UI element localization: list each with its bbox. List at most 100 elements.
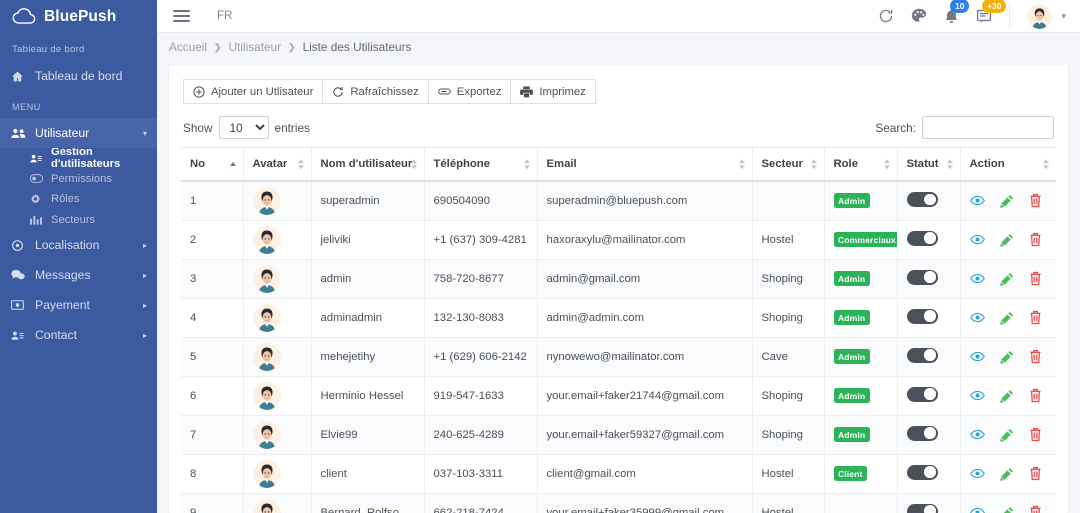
add-user-button[interactable]: Ajouter un Utlisateur <box>183 79 324 104</box>
status-toggle[interactable] <box>906 503 938 513</box>
pencil-icon[interactable] <box>1000 506 1014 513</box>
palette-icon[interactable] <box>911 8 927 24</box>
status-toggle[interactable] <box>906 464 938 480</box>
eye-icon[interactable] <box>969 427 985 442</box>
notifications-badge: 10 <box>950 0 969 13</box>
avatar[interactable] <box>1027 3 1053 29</box>
table-row[interactable]: 4 adminadmin 132-130-8083 admin@admin.com Sh… <box>181 298 1056 338</box>
eye-icon[interactable] <box>969 232 985 247</box>
eye-icon[interactable] <box>969 388 985 403</box>
pencil-icon[interactable] <box>999 389 1014 403</box>
entries-select[interactable]: 102550100 <box>218 116 269 139</box>
trash-icon[interactable] <box>1029 388 1042 403</box>
refresh-icon[interactable] <box>878 8 894 24</box>
table-row[interactable]: 7 Elvie99 240-625-4289 your.email+faker5932… <box>181 415 1056 455</box>
export-button[interactable]: Exportez <box>427 79 512 104</box>
pencil-icon[interactable] <box>999 194 1014 208</box>
trash-icon[interactable] <box>1029 466 1042 481</box>
eye-icon[interactable] <box>969 310 985 325</box>
column-header-no[interactable]: No <box>181 147 243 182</box>
sidebar-subitem-permissions[interactable]: Permissions <box>0 169 157 190</box>
column-header-nom-d-utilisateur[interactable]: Nom d'utilisateur <box>310 147 424 182</box>
sidebar-subitem-roles[interactable]: Rôles <box>0 189 157 210</box>
sidebar-item-utilisateur[interactable]: Utilisateur ▾ <box>0 118 157 148</box>
breadcrumb-item-utilisateur[interactable]: Utilisateur <box>229 40 281 54</box>
eye-icon[interactable] <box>969 193 985 208</box>
sort-icon <box>297 159 304 169</box>
column-header-action[interactable]: Action <box>959 147 1056 182</box>
trash-icon[interactable] <box>1029 193 1042 208</box>
user-card-icon <box>30 153 46 164</box>
eye-icon[interactable] <box>969 505 985 513</box>
cell-avatar <box>242 376 311 416</box>
column-header-avatar[interactable]: Avatar <box>242 147 311 182</box>
cell-statut[interactable] <box>896 376 960 416</box>
pencil-icon[interactable] <box>999 233 1014 247</box>
eye-icon[interactable] <box>969 271 985 286</box>
table-row[interactable]: 5 mehejetihy +1 (629) 606-2142 nynowewo@mai… <box>181 337 1056 377</box>
secteur-text: Shoping <box>761 272 803 285</box>
sidebar-subitem-secteurs[interactable]: Secteurs <box>0 210 157 231</box>
column-header-secteur[interactable]: Secteur <box>751 147 824 182</box>
table-row[interactable]: 8 client 037-103-3311 client@gmail.com Hoste… <box>181 454 1056 494</box>
status-toggle[interactable] <box>906 191 938 207</box>
cell-phone: 662-218-7424 <box>423 493 537 513</box>
sidebar-item-payement[interactable]: Payement ▸ <box>0 290 157 320</box>
column-header-role[interactable]: Role <box>823 147 897 182</box>
sidebar-item-contact[interactable]: Contact ▸ <box>0 320 157 350</box>
sidebar-item-dashboard[interactable]: Tableau de bord <box>0 61 157 91</box>
table-row[interactable]: 1 superadmin 690504090 superadmin@bluepush.… <box>181 181 1056 221</box>
phone-text: 132-130-8083 <box>433 311 504 324</box>
username-text: Bernard_Rolfson87 <box>320 506 418 513</box>
sidebar-item-messages[interactable]: Messages ▸ <box>0 260 157 290</box>
notifications-bell[interactable]: 10 <box>944 0 969 24</box>
trash-icon[interactable] <box>1029 310 1042 325</box>
eye-icon[interactable] <box>969 349 985 364</box>
cell-statut[interactable] <box>896 181 960 221</box>
column-header-t-l-phone[interactable]: Téléphone <box>423 147 537 182</box>
table-row[interactable]: 3 admin 758-720-8677 admin@gmail.com Shoping… <box>181 259 1056 299</box>
sidebar-subitem-gestion-utilisateurs[interactable]: Gestion d'utilisateurs <box>0 146 157 170</box>
search-input[interactable] <box>922 116 1054 139</box>
status-toggle[interactable] <box>906 347 938 363</box>
pencil-icon[interactable] <box>999 272 1014 286</box>
status-toggle[interactable] <box>906 230 938 246</box>
cell-statut[interactable] <box>896 298 960 338</box>
column-header-statut[interactable]: Statut <box>896 147 960 182</box>
cell-email: admin@admin.com <box>536 298 752 338</box>
brand-logo[interactable]: BluePush <box>0 0 157 33</box>
refresh-button[interactable]: Rafraîchissez <box>322 79 429 104</box>
trash-icon[interactable] <box>1029 232 1042 247</box>
cell-statut[interactable] <box>896 415 960 455</box>
cell-statut[interactable] <box>896 493 960 513</box>
cell-statut[interactable] <box>896 454 960 494</box>
status-toggle[interactable] <box>906 308 938 324</box>
column-header-email[interactable]: Email <box>536 147 752 182</box>
cell-statut[interactable] <box>896 259 960 299</box>
status-toggle[interactable] <box>906 386 938 402</box>
print-button[interactable]: Imprimez <box>510 79 596 104</box>
status-toggle[interactable] <box>906 425 938 441</box>
pencil-icon[interactable] <box>999 350 1014 364</box>
table-row[interactable]: 6 Herminio Hessel 919-547-1633 your.email+f… <box>181 376 1056 416</box>
pencil-icon[interactable] <box>999 467 1014 481</box>
sidebar-item-localisation[interactable]: Localisation ▸ <box>0 230 157 260</box>
language-selector[interactable]: FR <box>217 10 232 22</box>
messages-icon[interactable]: +30 <box>976 0 1006 24</box>
trash-icon[interactable] <box>1029 349 1042 364</box>
cell-avatar <box>242 337 311 377</box>
trash-icon[interactable] <box>1029 427 1042 442</box>
cell-statut[interactable] <box>896 337 960 377</box>
table-row[interactable]: 9 Bernard_Rolfson87 662-218-7424 your.email… <box>181 493 1056 513</box>
cell-statut[interactable] <box>896 220 960 260</box>
trash-icon[interactable] <box>1029 505 1042 513</box>
pencil-icon[interactable] <box>999 428 1014 442</box>
status-toggle[interactable] <box>906 269 938 285</box>
breadcrumb-item-accueil[interactable]: Accueil <box>169 40 207 54</box>
eye-icon[interactable] <box>969 466 985 481</box>
trash-icon[interactable] <box>1029 271 1042 286</box>
pencil-icon[interactable] <box>999 311 1014 325</box>
table-row[interactable]: 2 jeliviki +1 (637) 309-4281 haxoraxylu@mai… <box>181 220 1056 260</box>
chevron-down-icon[interactable]: ▾ <box>1061 11 1066 22</box>
hamburger-icon[interactable] <box>173 7 190 25</box>
